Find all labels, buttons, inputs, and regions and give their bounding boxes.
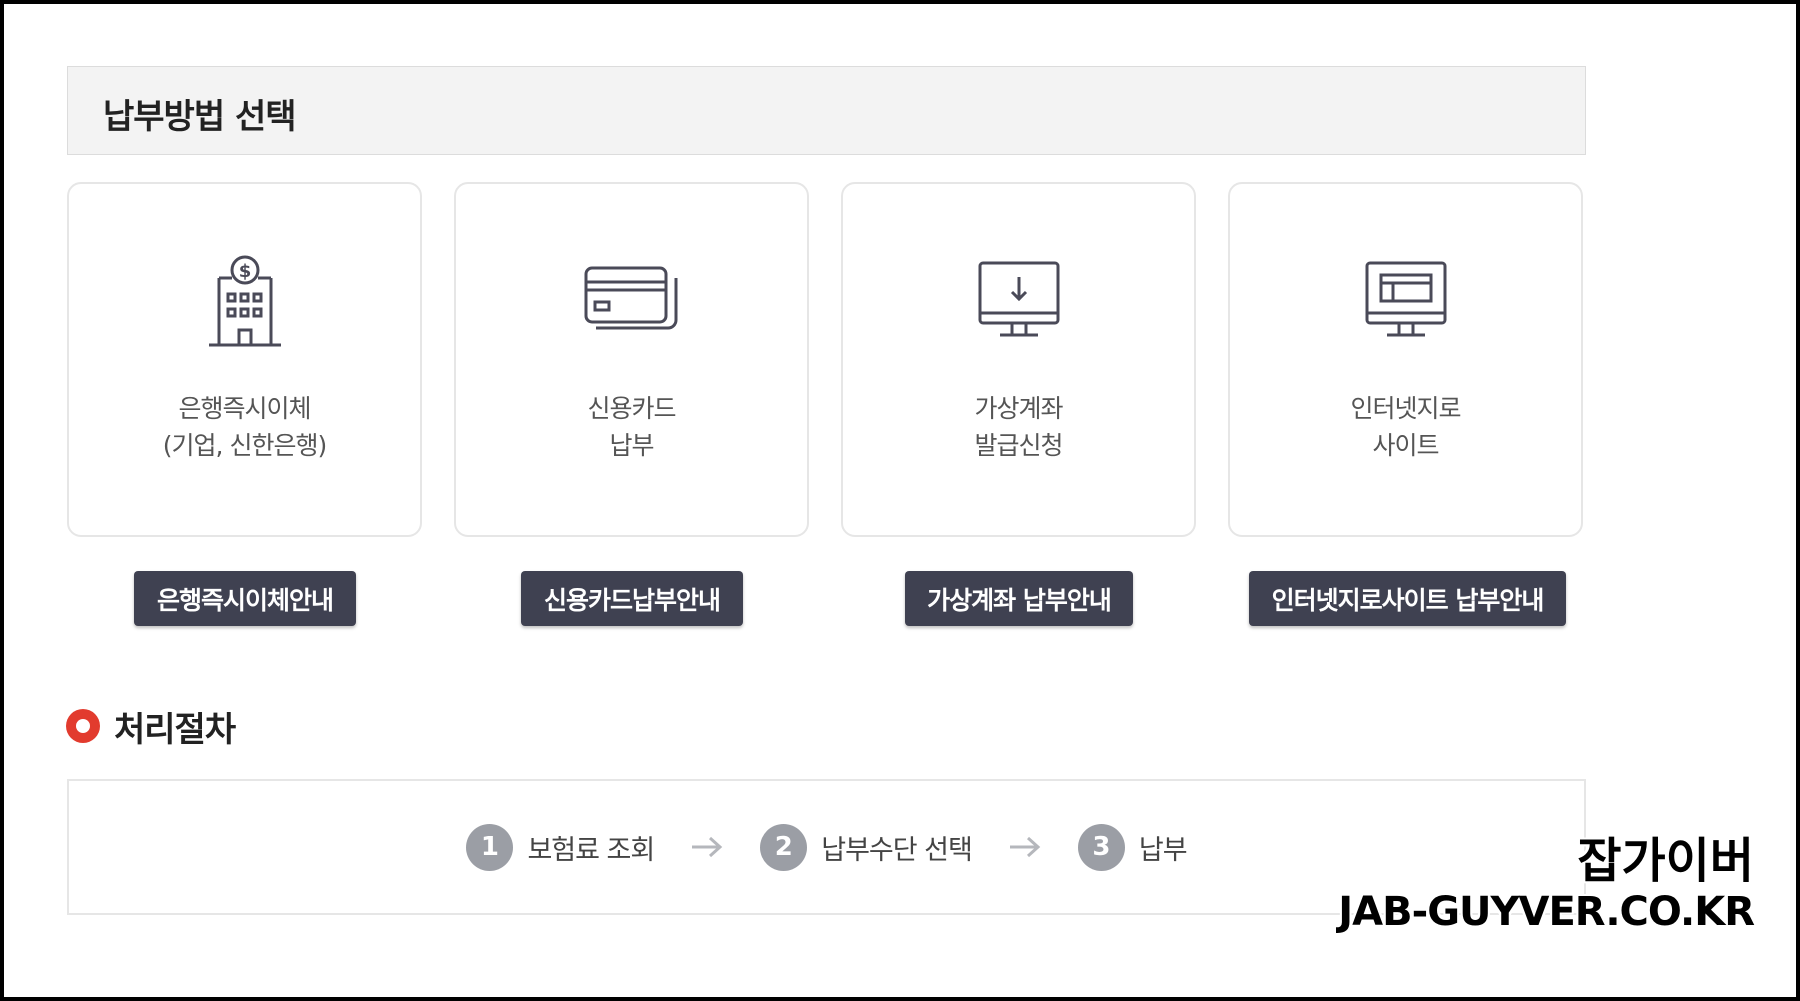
watermark-url: JAB-GUYVER.CO.KR	[1338, 889, 1755, 935]
step-number: 2	[760, 823, 808, 871]
method-label: 신용카드 납부	[456, 390, 807, 464]
method-label-line2: 납부	[609, 431, 654, 460]
credit-card-icon	[456, 252, 807, 352]
svg-text:$: $	[238, 261, 251, 282]
watermark-korean: 잡가이버	[1577, 833, 1754, 889]
method-label-line1: 가상계좌	[974, 394, 1063, 423]
step-label: 납부	[1138, 834, 1188, 866]
process-step-2: 2 납부수단 선택	[760, 823, 973, 871]
process-heading: 처리절차	[66, 704, 236, 750]
method-label: 인터넷지로 사이트	[1230, 390, 1581, 464]
process-title: 처리절차	[114, 709, 236, 750]
monitor-download-icon	[843, 252, 1194, 352]
method-card-bank-transfer[interactable]: $ 은행즉시이체 (기업, 신한은행)	[67, 182, 422, 537]
method-label-line1: 신용카드	[587, 394, 676, 423]
process-step-3: 3 납부	[1077, 823, 1188, 871]
internet-giro-guide-button[interactable]: 인터넷지로사이트 납부안내	[1249, 571, 1566, 626]
process-step-1: 1 보험료 조회	[466, 823, 655, 871]
step-number: 1	[466, 823, 514, 871]
method-card-internet-giro[interactable]: 인터넷지로 사이트	[1228, 182, 1583, 537]
red-bullet-icon	[66, 709, 100, 743]
page-frame: 납부방법 선택 $ 은행즉시이체 (기업, 신한은행) 신용카드 납부 가상계좌…	[0, 0, 1800, 1001]
section-header: 납부방법 선택	[67, 66, 1586, 155]
method-label-line2: (기업, 신한은행)	[162, 431, 327, 460]
method-card-credit-card[interactable]: 신용카드 납부	[454, 182, 809, 537]
bank-building-icon: $	[69, 252, 420, 352]
arrow-right-icon	[1008, 836, 1042, 858]
method-label: 은행즉시이체 (기업, 신한은행)	[69, 390, 420, 464]
section-title: 납부방법 선택	[103, 97, 297, 137]
method-label-line1: 은행즉시이체	[178, 394, 311, 423]
method-label-line2: 발급신청	[974, 431, 1063, 460]
method-label: 가상계좌 발급신청	[843, 390, 1194, 464]
arrow-right-icon	[690, 836, 724, 858]
step-number: 3	[1077, 823, 1125, 871]
credit-card-guide-button[interactable]: 신용카드납부안내	[521, 571, 743, 626]
step-label: 보험료 조회	[527, 834, 655, 866]
method-label-line2: 사이트	[1372, 431, 1439, 460]
method-label-line1: 인터넷지로	[1350, 394, 1461, 423]
bank-transfer-guide-button[interactable]: 은행즉시이체안내	[134, 571, 356, 626]
method-card-virtual-account[interactable]: 가상계좌 발급신청	[841, 182, 1196, 537]
virtual-account-guide-button[interactable]: 가상계좌 납부안내	[905, 571, 1133, 626]
step-label: 납부수단 선택	[821, 834, 973, 866]
monitor-window-icon	[1230, 252, 1581, 352]
watermark: 잡가이버 JAB-GUYVER.CO.KR	[1338, 833, 1755, 936]
